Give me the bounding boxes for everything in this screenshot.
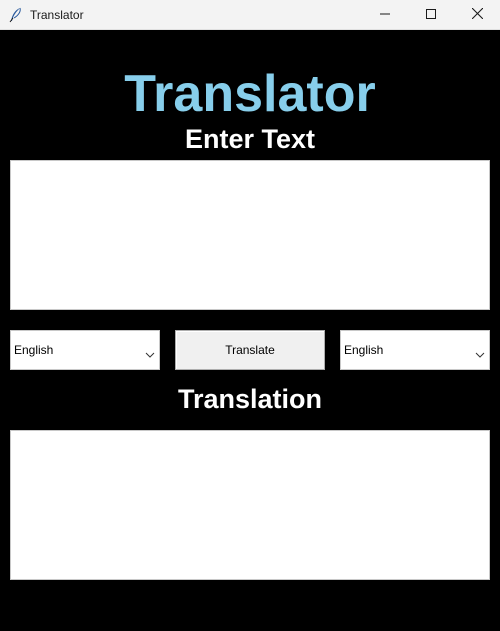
window-title: Translator bbox=[30, 8, 84, 22]
minimize-icon bbox=[380, 6, 390, 24]
chevron-down-icon bbox=[145, 346, 155, 358]
app-window: Translator Translator Enter Text English bbox=[0, 0, 500, 631]
feather-icon bbox=[9, 7, 23, 23]
target-language-select[interactable]: English bbox=[340, 330, 490, 370]
maximize-icon bbox=[426, 6, 436, 24]
output-text-area[interactable] bbox=[10, 430, 490, 580]
target-language-value: English bbox=[344, 343, 384, 357]
close-icon bbox=[471, 6, 483, 24]
source-language-select[interactable]: English bbox=[10, 330, 160, 370]
close-button[interactable] bbox=[454, 0, 500, 30]
input-text-area[interactable] bbox=[10, 160, 490, 310]
minimize-button[interactable] bbox=[362, 0, 408, 30]
translation-label: Translation bbox=[177, 384, 323, 414]
enter-text-label: Enter Text bbox=[184, 124, 316, 154]
maximize-button[interactable] bbox=[408, 0, 454, 30]
chevron-down-icon bbox=[475, 346, 485, 358]
app-heading: Translator bbox=[124, 65, 376, 123]
title-bar[interactable]: Translator bbox=[0, 0, 500, 30]
source-language-value: English bbox=[14, 343, 54, 357]
translate-button[interactable]: Translate bbox=[175, 330, 325, 370]
